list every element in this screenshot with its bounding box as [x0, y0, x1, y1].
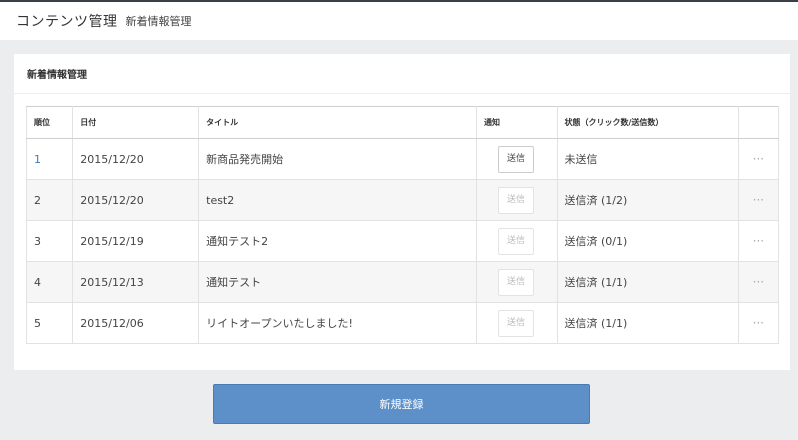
row-status: 送信済 (0/1) — [556, 220, 739, 262]
row-notify: 送信 — [475, 179, 558, 221]
row-rank: 5 — [25, 302, 74, 344]
more-options-icon[interactable]: ··· — [737, 220, 780, 262]
row-rank: 2 — [25, 179, 74, 221]
top-bar: コンテンツ管理 新着情報管理 — [0, 0, 798, 40]
panel-title: 新着情報管理 — [14, 54, 790, 94]
row-status: 送信済 (1/2) — [556, 179, 739, 221]
news-panel: 新着情報管理 順位 日付 タイトル 通知 状態（クリック数/送信数） 1 201… — [14, 54, 790, 370]
register-new-button[interactable]: 新規登録 — [213, 384, 590, 424]
table-row[interactable]: 4 2015/12/13 通知テスト 送信 送信済 (1/1) ··· — [25, 261, 780, 303]
send-button-disabled: 送信 — [497, 227, 534, 255]
table-header-row: 順位 日付 タイトル 通知 状態（クリック数/送信数） — [25, 106, 780, 139]
row-title[interactable]: test2 — [198, 179, 477, 221]
row-title[interactable]: 通知テスト — [198, 261, 477, 303]
row-date: 2015/12/06 — [72, 302, 200, 344]
row-rank: 4 — [25, 261, 74, 303]
table-row[interactable]: 1 2015/12/20 新商品発売開始 送信 未送信 ··· — [25, 138, 780, 180]
row-rank: 1 — [25, 138, 74, 180]
column-header-rank[interactable]: 順位 — [25, 106, 74, 139]
page-subtitle: 新着情報管理 — [125, 15, 192, 28]
row-title[interactable]: 通知テスト2 — [198, 220, 477, 262]
row-title[interactable]: リイトオープンいたしました! — [198, 302, 477, 344]
row-notify: 送信 — [475, 138, 558, 180]
row-date: 2015/12/13 — [72, 261, 200, 303]
send-button-disabled: 送信 — [497, 186, 534, 214]
column-header-status[interactable]: 状態（クリック数/送信数） — [556, 106, 739, 139]
row-date: 2015/12/19 — [72, 220, 200, 262]
send-button[interactable]: 送信 — [497, 145, 534, 173]
send-button-disabled: 送信 — [497, 268, 534, 296]
column-header-title[interactable]: タイトル — [198, 106, 477, 139]
row-rank: 3 — [25, 220, 74, 262]
table-row[interactable]: 2 2015/12/20 test2 送信 送信済 (1/2) ··· — [25, 179, 780, 221]
row-date: 2015/12/20 — [72, 138, 200, 180]
row-date: 2015/12/20 — [72, 179, 200, 221]
app-title: コンテンツ管理 — [16, 14, 118, 30]
more-options-icon[interactable]: ··· — [737, 179, 780, 221]
row-notify: 送信 — [475, 220, 558, 262]
column-header-notify[interactable]: 通知 — [475, 106, 558, 139]
column-header-actions — [737, 106, 780, 139]
send-button-disabled: 送信 — [497, 309, 534, 337]
more-options-icon[interactable]: ··· — [737, 261, 780, 303]
table-row[interactable]: 5 2015/12/06 リイトオープンいたしました! 送信 送信済 (1/1)… — [25, 302, 780, 344]
row-status: 送信済 (1/1) — [556, 261, 739, 303]
row-notify: 送信 — [475, 261, 558, 303]
more-options-icon[interactable]: ··· — [737, 302, 780, 344]
row-title[interactable]: 新商品発売開始 — [198, 138, 477, 180]
news-table: 順位 日付 タイトル 通知 状態（クリック数/送信数） 1 2015/12/20… — [25, 106, 780, 344]
row-notify: 送信 — [475, 302, 558, 344]
more-options-icon[interactable]: ··· — [737, 138, 780, 180]
column-header-date[interactable]: 日付 — [72, 106, 200, 139]
table-row[interactable]: 3 2015/12/19 通知テスト2 送信 送信済 (0/1) ··· — [25, 220, 780, 262]
row-status: 未送信 — [556, 138, 739, 180]
row-status: 送信済 (1/1) — [556, 302, 739, 344]
